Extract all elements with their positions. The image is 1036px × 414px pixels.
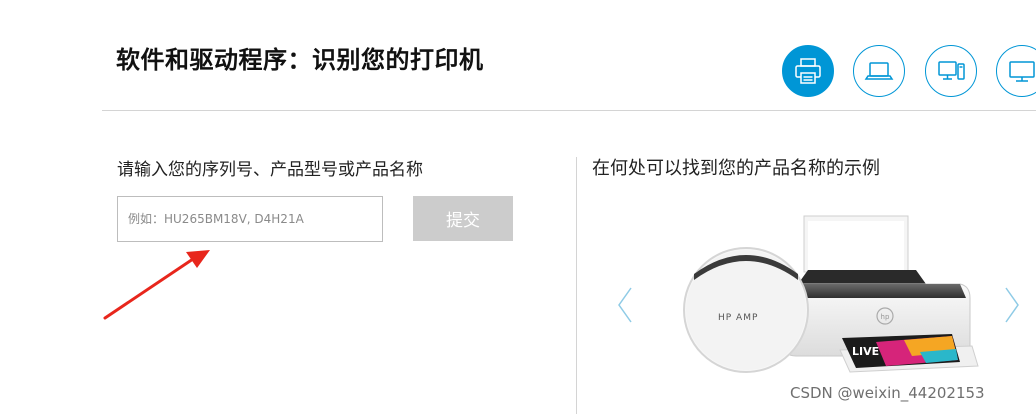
desktop-device-button[interactable] bbox=[925, 45, 977, 97]
header-divider bbox=[102, 110, 1036, 111]
carousel-prev-arrow[interactable] bbox=[617, 286, 633, 324]
csdn-watermark: CSDN @weixin_44202153 bbox=[790, 384, 985, 402]
laptop-icon bbox=[864, 62, 894, 80]
photo-live-text: LIVE bbox=[852, 345, 879, 358]
page-title: 软件和驱动程序：识别您的打印机 bbox=[116, 46, 484, 74]
svg-text:hp: hp bbox=[881, 313, 890, 321]
monitor-icon bbox=[1009, 61, 1035, 82]
example-title: 在何处可以找到您的产品名称的示例 bbox=[592, 158, 880, 179]
magnifier-model-text: HP AMP bbox=[718, 313, 758, 323]
search-input[interactable] bbox=[117, 196, 383, 242]
carousel-next-arrow[interactable] bbox=[1004, 286, 1020, 324]
monitor-device-button[interactable] bbox=[996, 45, 1036, 97]
printer-icon bbox=[795, 58, 821, 84]
desktop-icon bbox=[938, 61, 965, 80]
printer-device-button[interactable] bbox=[782, 45, 834, 97]
laptop-device-button[interactable] bbox=[853, 45, 905, 97]
column-divider bbox=[576, 157, 577, 414]
search-label: 请输入您的序列号、产品型号或产品名称 bbox=[117, 160, 423, 180]
submit-button[interactable]: 提交 bbox=[413, 196, 513, 241]
printer-example-image: hp LIVE HP AMP bbox=[683, 215, 979, 373]
